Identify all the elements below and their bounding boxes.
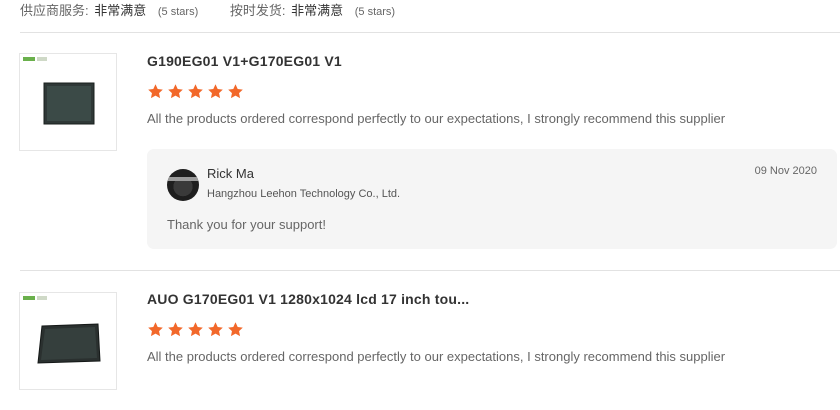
star-icon [188,322,203,337]
rating-label: 按时发货: [229,3,286,18]
lcd-panel-image [43,82,95,125]
on-time-delivery-rating: 按时发货: 非常满意 (5 stars) [230,0,395,19]
product-thumbnail[interactable] [19,53,117,151]
review-text: All the products ordered correspond perf… [147,111,726,126]
star-icon [148,84,163,99]
reply-company: Hangzhou Leehon Technology Co., Ltd. [207,188,401,200]
reply-author-name: Rick Ma [207,166,254,181]
star-icon [168,84,183,99]
supplier-service-rating: 供应商服务: 非常满意 (5 stars) [20,0,198,19]
star-icon [228,322,243,337]
star-rating [147,83,244,100]
reply-text: Thank you for your support! [167,217,326,232]
avatar [167,169,199,201]
rating-value: 非常满意 [94,3,147,18]
lcd-panel-image [37,323,101,364]
rating-value: 非常满意 [291,3,344,18]
rating-stars-text: (5 stars) [354,6,396,18]
product-title[interactable]: G190EG01 V1+G170EG01 V1 [147,53,342,69]
product-title[interactable]: AUO G170EG01 V1 1280x1024 lcd 17 inch to… [147,291,469,307]
rating-label: 供应商服务: [20,3,89,18]
divider [20,270,840,271]
star-icon [208,84,223,99]
star-icon [168,322,183,337]
star-icon [188,84,203,99]
rating-stars-text: (5 stars) [157,6,199,18]
star-icon [228,84,243,99]
divider [20,32,840,33]
supplier-reply: Rick Ma Hangzhou Leehon Technology Co., … [147,149,837,249]
star-icon [208,322,223,337]
product-thumbnail[interactable] [19,292,117,390]
star-icon [148,322,163,337]
star-rating [147,321,244,338]
reply-date: 09 Nov 2020 [754,165,817,177]
rating-summary: 供应商服务: 非常满意 (5 stars) 按时发货: 非常满意 (5 star… [20,0,423,18]
review-text: All the products ordered correspond perf… [147,349,726,364]
